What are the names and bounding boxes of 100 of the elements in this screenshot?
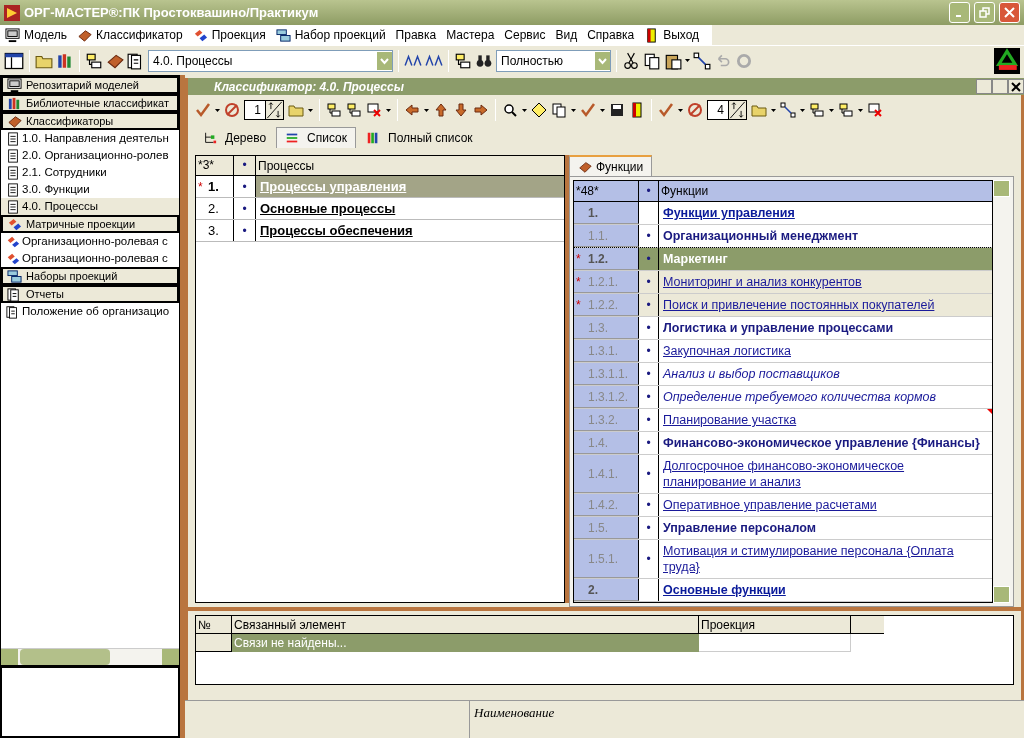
function-name[interactable]: Логистика и управление процессами bbox=[659, 317, 992, 339]
function-name[interactable]: Планирование участка bbox=[659, 409, 992, 431]
list-icon[interactable] bbox=[285, 131, 300, 145]
node-icon[interactable] bbox=[838, 102, 854, 118]
function-name[interactable]: Организационный менеджмент bbox=[659, 225, 992, 247]
checkmark-icon[interactable] bbox=[195, 102, 211, 118]
crossed-check-icon[interactable] bbox=[687, 102, 703, 118]
sidebar-item[interactable]: 4.0. Процессы bbox=[1, 198, 179, 215]
node-icon[interactable] bbox=[85, 51, 103, 70]
books-icon[interactable] bbox=[56, 51, 74, 70]
dropdown-caret-icon[interactable] bbox=[571, 108, 576, 112]
warning-icon[interactable] bbox=[531, 102, 547, 118]
function-row[interactable]: 1.3.1.1. • Анализ и выбор поставщиков bbox=[574, 363, 992, 386]
arrow-up-icon[interactable] bbox=[433, 102, 449, 118]
function-name[interactable]: Анализ и выбор поставщиков bbox=[659, 363, 992, 385]
function-row[interactable]: 1.4.1. • Долгосрочное финансово-экономическое планирование и анализ bbox=[574, 455, 992, 494]
horizontal-scrollbar[interactable] bbox=[1, 648, 179, 665]
function-row[interactable]: 1.3.1.2. • Определение требуемого количества кормов bbox=[574, 386, 992, 409]
function-name[interactable]: Функции управления bbox=[659, 202, 992, 224]
function-row[interactable]: 1.4. • Финансово-экономическое управление {Финансы} bbox=[574, 432, 992, 455]
menu-item[interactable]: Справка bbox=[582, 25, 640, 45]
menu-item[interactable]: Мастера bbox=[441, 25, 500, 45]
view-tab[interactable]: Список bbox=[276, 127, 356, 148]
function-row[interactable]: 2. Основные функции bbox=[574, 579, 992, 602]
function-name[interactable]: Управление персоналом bbox=[659, 517, 992, 539]
function-name[interactable]: Основные функции bbox=[659, 579, 992, 601]
function-row[interactable]: 1.5. • Управление персоналом bbox=[574, 517, 992, 540]
function-row[interactable]: * 1.2.1. • Мониторинг и анализ конкурентов bbox=[574, 271, 992, 294]
function-name[interactable]: Определение требуемого количества кормов bbox=[659, 386, 992, 408]
door-icon[interactable] bbox=[629, 102, 645, 118]
spin-arrows-icon[interactable] bbox=[729, 100, 747, 120]
functions-tab[interactable]: Функции bbox=[569, 155, 653, 176]
menu-item[interactable]: Правка bbox=[390, 25, 442, 45]
dropdown-caret-icon[interactable] bbox=[800, 108, 805, 112]
menu-item[interactable]: Сервис bbox=[499, 25, 551, 45]
menu-item[interactable]: Вид bbox=[550, 25, 583, 45]
logo-icon[interactable] bbox=[994, 47, 1020, 74]
dropdown-caret-icon[interactable] bbox=[522, 108, 527, 112]
tree-icon[interactable] bbox=[203, 130, 217, 145]
window-layout-icon[interactable] bbox=[4, 50, 24, 71]
function-name[interactable]: Долгосрочное финансово-экономическое планирование и анализ bbox=[659, 455, 992, 493]
process-row[interactable]: * 1. • Процессы управления bbox=[196, 176, 564, 198]
level-field[interactable]: 1 bbox=[244, 100, 266, 120]
view-select[interactable]: Полностью bbox=[496, 49, 611, 72]
delete-icon[interactable] bbox=[366, 102, 382, 118]
function-row[interactable]: 1.3. • Логистика и управление процессами bbox=[574, 317, 992, 340]
function-row[interactable]: 1.4.2. • Оперативное управление расчетами bbox=[574, 494, 992, 517]
function-row[interactable]: 1.3.2. • Планирование участка bbox=[574, 409, 992, 432]
arrow-right-icon[interactable] bbox=[473, 102, 489, 118]
function-name[interactable]: Оперативное управление расчетами bbox=[659, 494, 992, 516]
dropdown-caret-icon[interactable] bbox=[386, 108, 391, 112]
sidebar-section-header[interactable]: Наборы проекций bbox=[1, 267, 179, 285]
process-row[interactable]: 3. • Процессы обеспечения bbox=[196, 220, 564, 242]
classifier-select[interactable]: 4.0. Процессы bbox=[148, 49, 393, 72]
function-row[interactable]: * 1.2. • Маркетинг bbox=[574, 248, 992, 271]
view-tab[interactable]: Полный список bbox=[358, 127, 481, 148]
menu-item[interactable]: Классификатор bbox=[72, 25, 188, 45]
sidebar-section-header[interactable]: Репозитарий моделей bbox=[1, 76, 179, 94]
dropdown-caret-icon[interactable] bbox=[424, 108, 429, 112]
menu-item[interactable]: Проекция bbox=[187, 25, 271, 45]
cut-icon[interactable] bbox=[622, 51, 640, 70]
checkmark-icon[interactable] bbox=[658, 102, 674, 118]
close-button[interactable] bbox=[1008, 79, 1024, 94]
crossed-check-icon[interactable] bbox=[224, 102, 240, 118]
function-name[interactable]: Мотивация и стимулирование персонала {Оплата труда} bbox=[659, 540, 992, 578]
minimize-button[interactable] bbox=[976, 79, 992, 94]
dropdown-caret-icon[interactable] bbox=[678, 108, 683, 112]
link-icon[interactable] bbox=[693, 51, 711, 70]
dropdown-caret-icon[interactable] bbox=[685, 59, 690, 62]
function-row[interactable]: * 1.2.2. • Поиск и привлечение постоянных покупателей bbox=[574, 294, 992, 317]
dropdown-caret-icon[interactable] bbox=[600, 108, 605, 112]
spin-arrows-icon[interactable] bbox=[266, 100, 284, 120]
dropdown-caret-icon[interactable] bbox=[829, 108, 834, 112]
full-list-icon[interactable] bbox=[366, 130, 380, 145]
function-row[interactable]: 1.5.1. • Мотивация и стимулирование персонала {Оплата труда} bbox=[574, 540, 992, 579]
function-name[interactable]: Финансово-экономическое управление {Финансы} bbox=[659, 432, 992, 454]
node-icon[interactable] bbox=[809, 102, 825, 118]
sidebar-section-header[interactable]: Отчеты bbox=[1, 285, 179, 303]
process-name[interactable]: Процессы обеспечения bbox=[256, 220, 413, 241]
view-tab[interactable]: Дерево bbox=[195, 127, 275, 148]
function-name[interactable]: Поиск и привлечение постоянных покупателей bbox=[659, 294, 992, 316]
function-row[interactable]: 1. Функции управления bbox=[574, 202, 992, 225]
function-row[interactable]: 1.3.1. • Закупочная логистика bbox=[574, 340, 992, 363]
search-icon[interactable] bbox=[502, 102, 518, 118]
close-icon[interactable] bbox=[1004, 7, 1015, 18]
dropdown-caret-icon[interactable] bbox=[215, 108, 220, 112]
arrow-left-icon[interactable] bbox=[404, 102, 420, 118]
process-name[interactable]: Основные процессы bbox=[256, 198, 396, 219]
link-icon[interactable] bbox=[780, 102, 796, 118]
menu-item[interactable]: Модель bbox=[0, 25, 73, 45]
dropdown-caret-icon[interactable] bbox=[771, 108, 776, 112]
vertical-scrollbar[interactable] bbox=[993, 180, 1010, 603]
sidebar-section-header[interactable]: Матричные проекции bbox=[1, 215, 179, 233]
menu-item[interactable]: Выход bbox=[639, 25, 705, 45]
node-icon[interactable] bbox=[326, 102, 342, 118]
function-name[interactable]: Закупочная логистика bbox=[659, 340, 992, 362]
save-icon[interactable] bbox=[609, 102, 625, 118]
sidebar-section-header[interactable]: Библиотечные классификат bbox=[1, 94, 179, 112]
arrow-down-icon[interactable] bbox=[453, 102, 469, 118]
delete-icon[interactable] bbox=[867, 102, 883, 118]
